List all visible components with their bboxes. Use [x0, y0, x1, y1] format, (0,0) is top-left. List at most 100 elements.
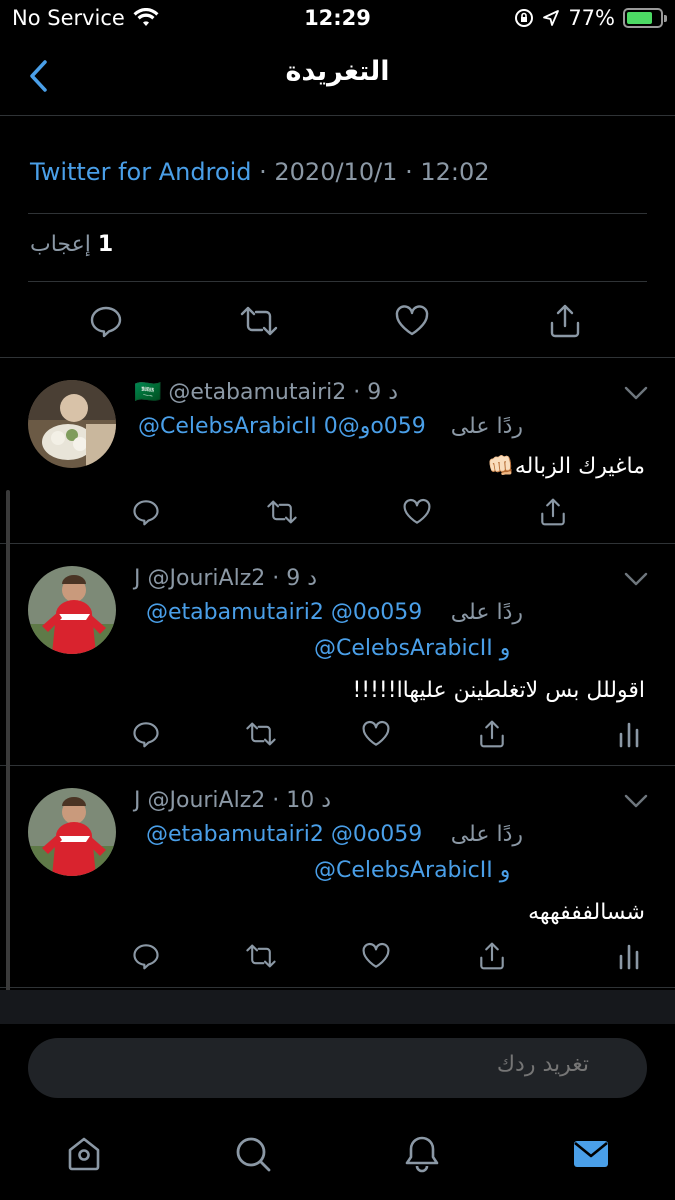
reply-icon — [133, 944, 159, 970]
share-icon — [480, 942, 504, 970]
list-footer — [0, 990, 675, 1024]
avatar[interactable] — [28, 788, 116, 876]
mentions-line[interactable]: @CelebsArabicII و — [314, 636, 510, 661]
reply-prefix: ردًا على — [450, 822, 523, 847]
battery-icon — [623, 8, 667, 28]
likes-number: 1 — [97, 232, 114, 257]
divider — [0, 987, 675, 988]
avatar[interactable] — [28, 380, 116, 468]
reply-button[interactable] — [128, 716, 164, 752]
retweet-button[interactable] — [243, 938, 279, 974]
tweet-date: 2020/10/1 — [274, 158, 398, 186]
battery-cap — [664, 15, 667, 22]
reply-input[interactable] — [89, 1052, 589, 1077]
tab-search[interactable] — [231, 1132, 275, 1176]
home-icon — [68, 1137, 100, 1171]
tab-messages[interactable] — [569, 1132, 613, 1176]
reply-handle[interactable]: @JouriAlz2 — [148, 566, 266, 591]
reply-button[interactable] — [128, 938, 164, 974]
reply-time: 10 د — [286, 788, 332, 813]
avatar[interactable] — [28, 566, 116, 654]
retweet-button[interactable] — [264, 494, 300, 530]
reply-actions — [0, 938, 675, 974]
tab-home[interactable] — [62, 1132, 106, 1176]
more-options-button[interactable] — [623, 380, 649, 406]
meta-dot: · — [405, 158, 421, 186]
heart-icon — [403, 498, 431, 524]
share-icon — [541, 498, 565, 526]
reply-button[interactable] — [81, 296, 131, 346]
chevron-down-icon — [624, 794, 648, 808]
meta-dot: · — [259, 158, 275, 186]
reply-to-label: ردًا على — [451, 822, 523, 847]
mentions-line[interactable]: @CelebsArabicII و@0o059 — [138, 414, 426, 439]
more-options-button[interactable] — [623, 788, 649, 814]
scrollbar[interactable] — [6, 490, 10, 1020]
tweet-time: 12:02 — [420, 158, 490, 186]
meta-dot: · — [353, 380, 368, 405]
reply-name[interactable]: J — [134, 788, 141, 813]
tweet-source-link[interactable]: Twitter for Android — [30, 158, 251, 186]
share-icon — [550, 304, 580, 338]
heart-icon — [395, 305, 429, 336]
like-button[interactable] — [387, 296, 437, 346]
likes-label: إعجاب — [30, 232, 91, 257]
analytics-button[interactable] — [611, 716, 647, 752]
tab-notifications[interactable] — [400, 1132, 444, 1176]
mentions-line[interactable]: @etabamutairi2 @0o059 — [146, 822, 422, 847]
flag-emoji: 🇸🇦 — [134, 380, 162, 405]
reply-handle[interactable]: @JouriAlz2 — [148, 788, 266, 813]
share-button[interactable] — [474, 938, 510, 974]
bell-icon — [405, 1136, 439, 1173]
reply-item[interactable]: 🇸🇦 @etabamutairi2 · 9 د ردًا على @Celebs… — [0, 358, 675, 544]
heart-icon — [362, 720, 390, 746]
retweet-icon — [246, 944, 276, 968]
tweet-meta: Twitter for Android · 2020/10/1 · 12:02 — [30, 158, 490, 186]
meta-dot: · — [272, 788, 287, 813]
divider — [28, 213, 647, 214]
analytics-icon — [619, 722, 639, 748]
divider — [28, 281, 647, 282]
reply-prefix: ردًا على — [450, 414, 523, 439]
reply-header: J @JouriAlz2 · 9 د — [134, 566, 317, 591]
search-icon — [236, 1137, 271, 1172]
like-button[interactable] — [358, 938, 394, 974]
status-right: 77% — [514, 6, 667, 30]
reply-icon — [90, 306, 122, 338]
reply-header: 🇸🇦 @etabamutairi2 · 9 د — [134, 380, 398, 405]
reply-to-label: ردًا على — [451, 600, 523, 625]
reply-to-label: ردًا على — [451, 414, 523, 439]
top-nav: التغريدة — [0, 40, 675, 116]
reply-text: ماغيرك الزباله👊🏻 — [487, 454, 645, 479]
reply-item[interactable]: J @JouriAlz2 · 10 د ردًا على @etabamutai… — [0, 766, 675, 988]
meta-dot: · — [272, 566, 287, 591]
retweet-button[interactable] — [234, 296, 284, 346]
like-button[interactable] — [358, 716, 394, 752]
reply-time: 9 د — [367, 380, 399, 405]
retweet-icon — [246, 722, 276, 746]
reply-item[interactable]: J @JouriAlz2 · 9 د ردًا على @etabamutair… — [0, 544, 675, 766]
analytics-button[interactable] — [611, 938, 647, 974]
share-button[interactable] — [474, 716, 510, 752]
share-button[interactable] — [540, 296, 590, 346]
status-bar: No Service 12:29 77% — [0, 0, 675, 38]
location-icon — [542, 9, 560, 27]
retweet-button[interactable] — [243, 716, 279, 752]
reply-button[interactable] — [128, 494, 164, 530]
mentions-line[interactable]: @etabamutairi2 @0o059 — [146, 600, 422, 625]
reply-handle[interactable]: @etabamutairi2 — [168, 380, 346, 405]
more-options-button[interactable] — [623, 566, 649, 592]
reply-compose-bar[interactable] — [28, 1038, 647, 1098]
share-button[interactable] — [535, 494, 571, 530]
likes-count-link[interactable]: 1 إعجاب — [30, 232, 113, 257]
retweet-icon — [240, 306, 278, 336]
page-title: التغريدة — [285, 56, 390, 87]
like-button[interactable] — [399, 494, 435, 530]
reply-name[interactable]: J — [134, 566, 141, 591]
reply-prefix: ردًا على — [450, 600, 523, 625]
mentions-line[interactable]: @CelebsArabicII و — [314, 858, 510, 883]
reply-time: 9 د — [286, 566, 318, 591]
mail-icon — [574, 1141, 608, 1167]
heart-icon — [362, 942, 390, 968]
battery-level — [627, 12, 652, 24]
